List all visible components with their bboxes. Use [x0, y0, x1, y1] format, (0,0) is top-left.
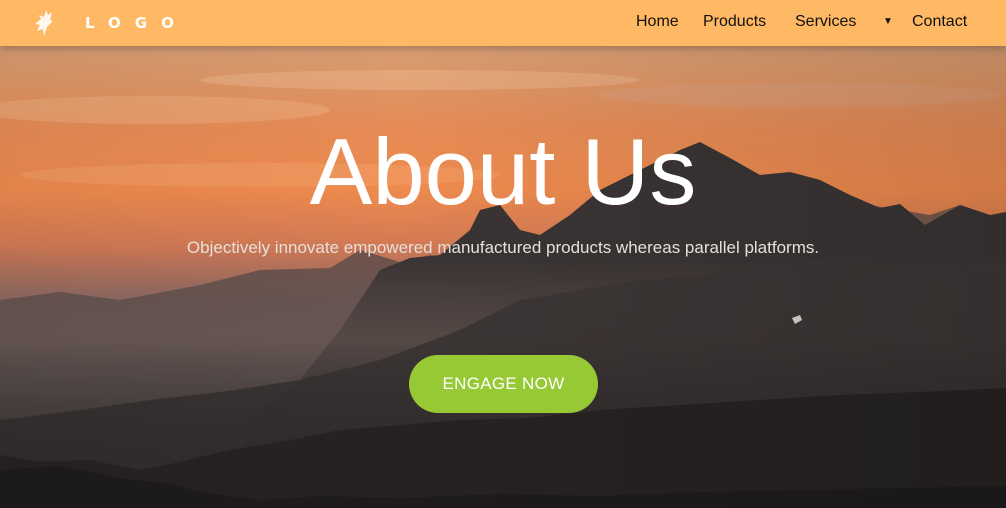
services-dropdown-caret-icon[interactable]: ▼ [883, 16, 893, 27]
leaf-feather-icon [35, 10, 53, 36]
nav-link-services[interactable]: Services [795, 13, 856, 31]
logo-text: LOGO [85, 14, 188, 32]
engage-now-button[interactable]: ENGAGE NOW [409, 355, 598, 413]
top-navbar: LOGO Home Products Services ▼ Contact [0, 0, 1006, 46]
nav-link-home[interactable]: Home [636, 13, 679, 31]
nav-link-products[interactable]: Products [703, 13, 766, 31]
hero-subtitle: Objectively innovate empowered manufactu… [186, 238, 820, 257]
logo[interactable]: LOGO [34, 9, 188, 37]
nav-link-contact[interactable]: Contact [912, 13, 967, 31]
page: LOGO Home Products Services ▼ Contact Ab… [0, 0, 1006, 508]
hero-title: About Us [309, 119, 697, 224]
